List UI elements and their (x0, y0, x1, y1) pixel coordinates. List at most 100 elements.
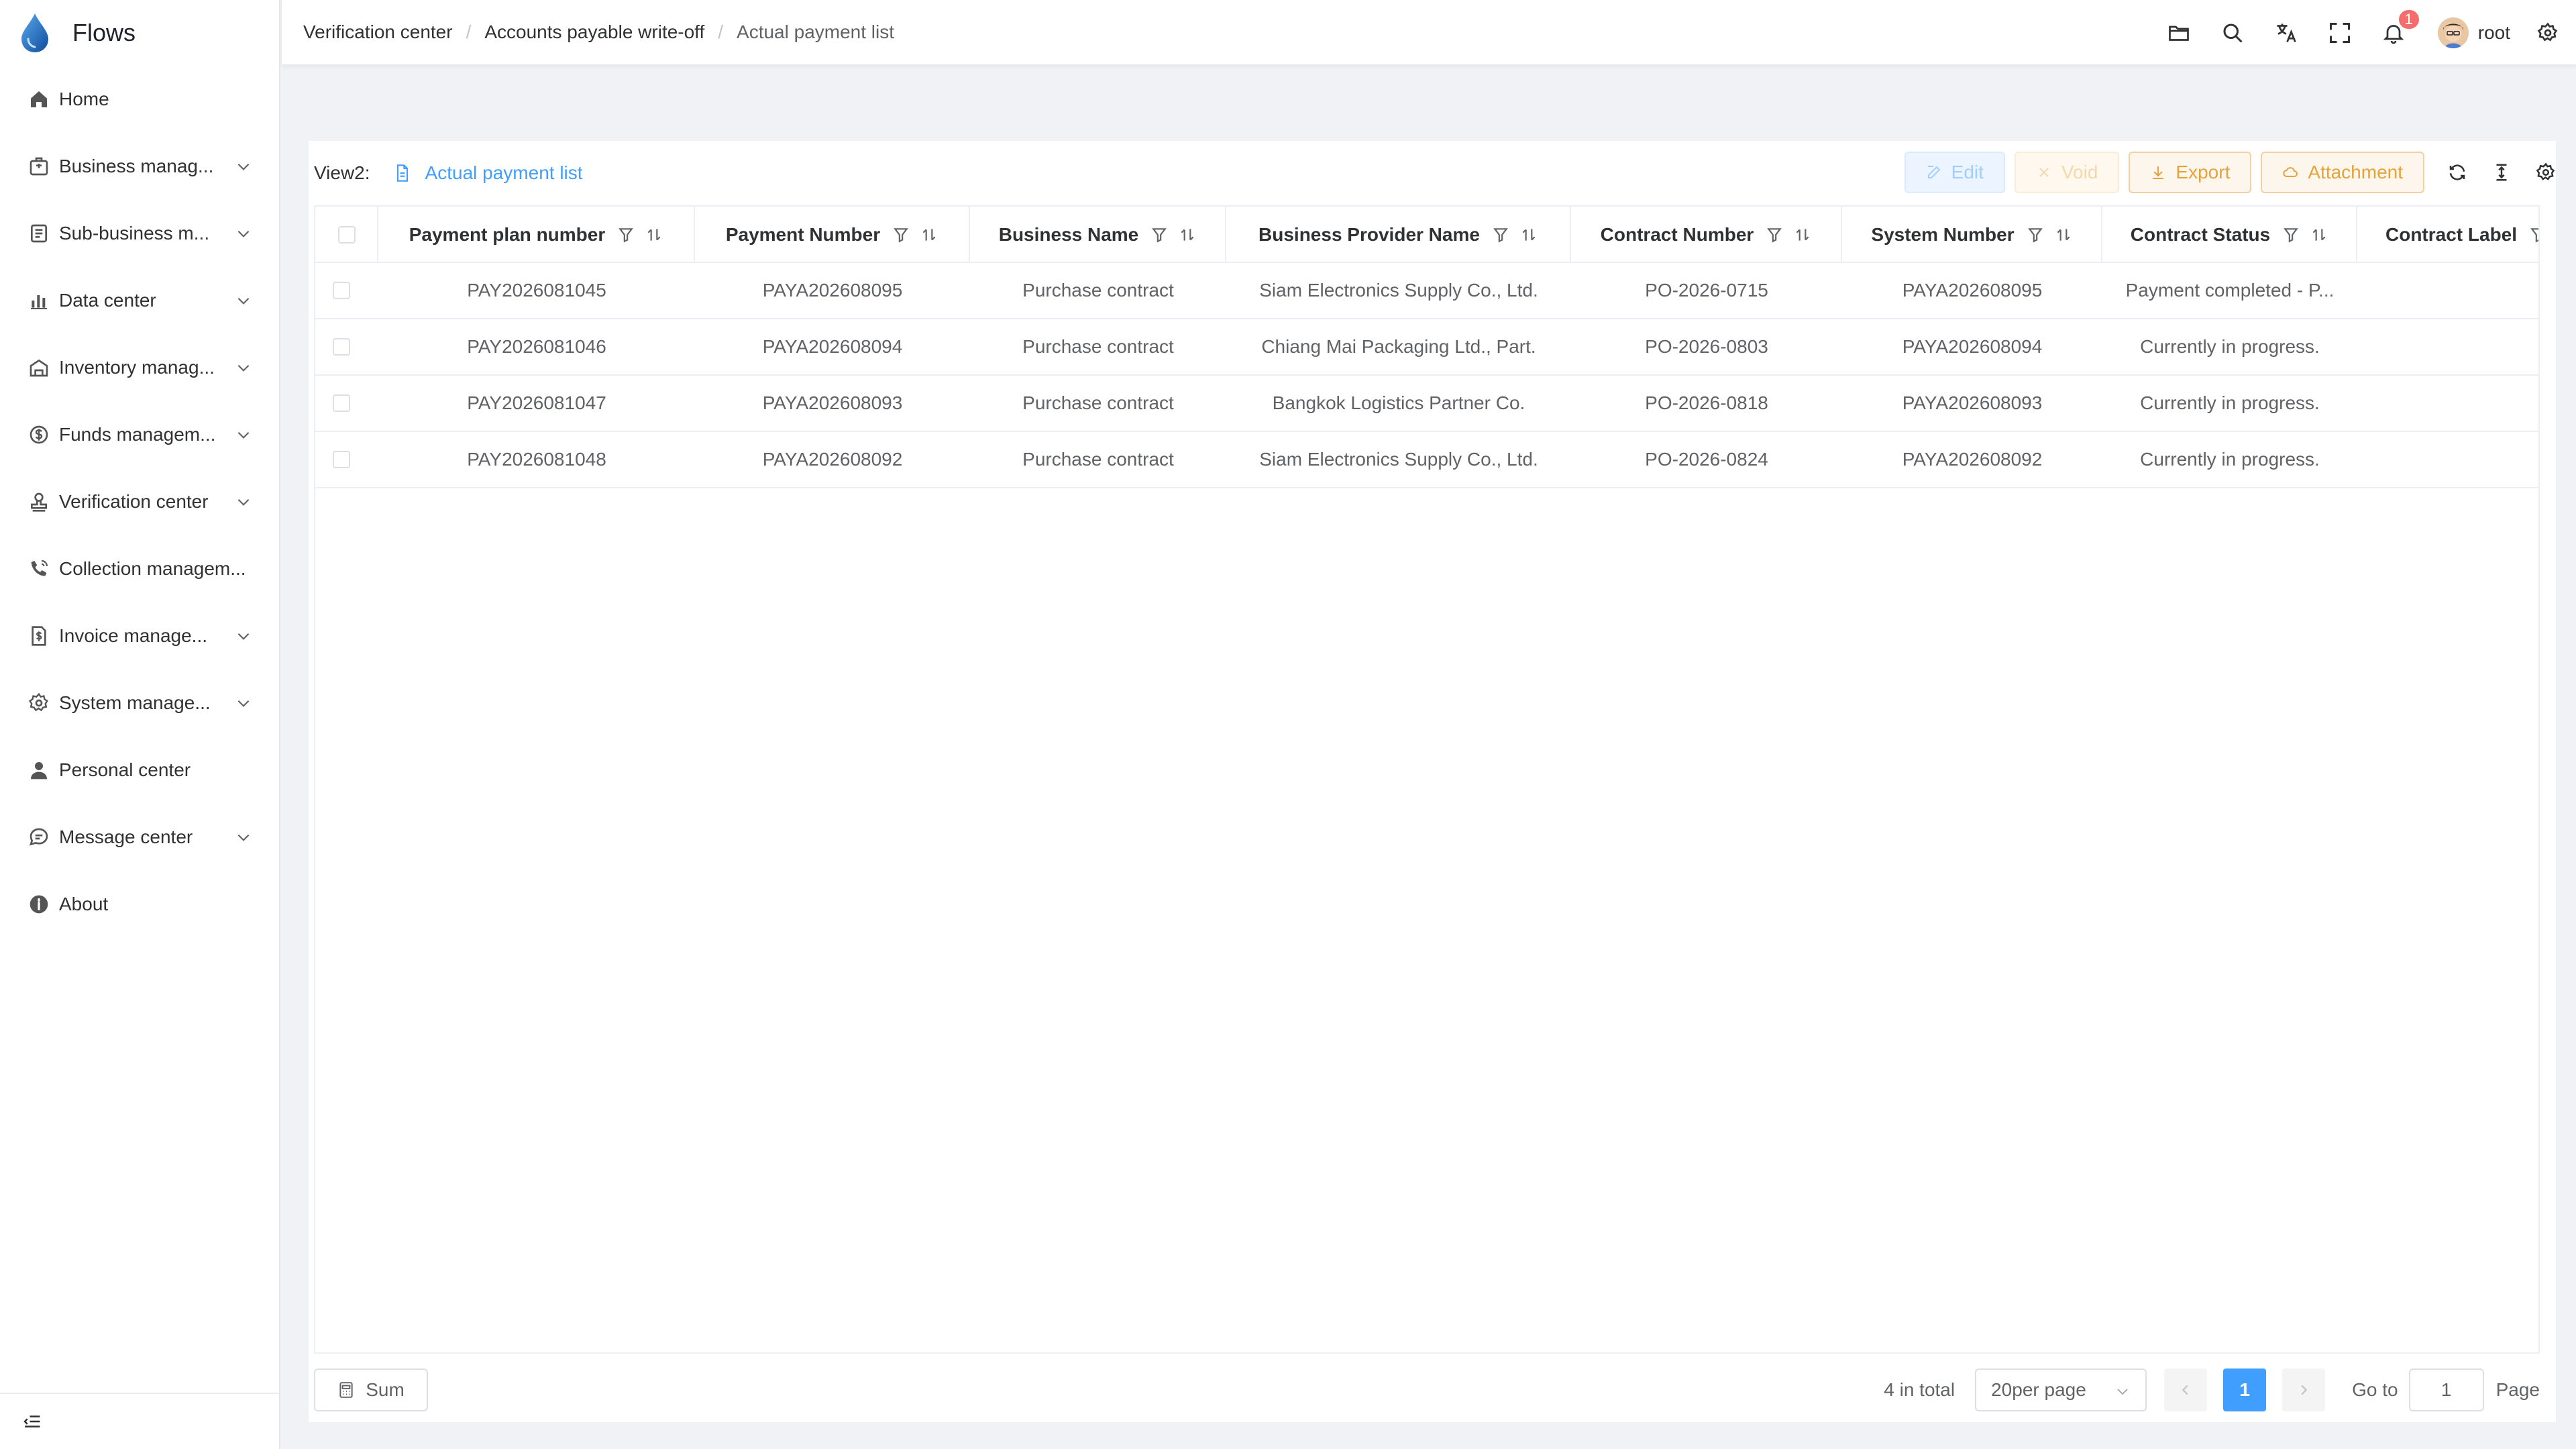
sort-icon[interactable] (2055, 226, 2072, 244)
column-header-label: Business Name (998, 224, 1139, 245)
chevron-down-icon[interactable] (235, 493, 252, 511)
sidebar-item-data-center[interactable]: Data center (0, 267, 279, 334)
sidebar-item-verification-center[interactable]: Verification center (0, 468, 279, 535)
breadcrumb-item[interactable]: Accounts payable write-off (484, 21, 704, 43)
sidebar-item-inventory-manag[interactable]: Inventory manag... (0, 334, 279, 401)
clipboard-list-icon (31, 224, 47, 243)
filter-icon[interactable] (1766, 226, 1783, 244)
edit-button[interactable]: Edit (1904, 152, 2005, 193)
settings-gear-icon[interactable] (2537, 22, 2559, 44)
table-cell (2357, 432, 2538, 487)
page-size-select[interactable]: 20per page (1975, 1368, 2147, 1411)
export-button[interactable]: Export (2129, 152, 2252, 193)
void-button[interactable]: Void (2014, 152, 2120, 193)
sidebar-item-sub-business-m[interactable]: Sub-business m... (0, 200, 279, 267)
username[interactable]: root (2478, 22, 2510, 44)
sidebar-item-collection-managem[interactable]: Collection managem... (0, 535, 279, 602)
table-header-row: Payment plan number Payment Number Busines… (315, 207, 2538, 263)
sort-icon[interactable] (1794, 226, 1811, 244)
sidebar-item-label: Invoice manage... (59, 625, 208, 646)
chevron-down-icon[interactable] (235, 359, 252, 376)
collapse-sidebar-button[interactable] (0, 1393, 279, 1449)
row-checkbox[interactable] (333, 338, 350, 356)
sidebar: Flows Home Business manag... Sub-business … (0, 0, 280, 1449)
row-checkbox[interactable] (333, 282, 350, 299)
breadcrumb-item[interactable]: Verification center (303, 21, 453, 43)
search-icon[interactable] (2220, 21, 2245, 45)
sidebar-item-business-manag[interactable]: Business manag... (0, 133, 279, 200)
column-height-icon[interactable] (2491, 162, 2512, 182)
sidebar-item-about[interactable]: About (0, 871, 279, 938)
translate-icon[interactable] (2274, 21, 2298, 45)
refresh-icon[interactable] (2447, 162, 2467, 182)
table-row[interactable]: PAY2026081048 PAYA202608092 Purchase contr… (315, 432, 2538, 488)
sidebar-item-personal-center[interactable]: Personal center (0, 737, 279, 804)
sidebar-item-message-center[interactable]: Message center (0, 804, 279, 871)
filter-icon[interactable] (2282, 226, 2300, 244)
sort-icon[interactable] (920, 226, 938, 244)
table-cell: Currently in progress. (2102, 376, 2357, 431)
folder-icon[interactable] (2167, 21, 2191, 45)
filter-icon[interactable] (617, 226, 635, 244)
sort-icon[interactable] (1179, 226, 1196, 244)
sidebar-item-system-manage[interactable]: System manage... (0, 669, 279, 737)
column-header-label: Contract Label (2385, 224, 2518, 245)
filter-icon[interactable] (2027, 226, 2044, 244)
sum-button[interactable]: Sum (314, 1368, 428, 1411)
next-page-button[interactable] (2282, 1368, 2326, 1411)
filter-icon[interactable] (892, 226, 910, 244)
table-row[interactable]: PAY2026081047 PAYA202608093 Purchase contr… (315, 376, 2538, 432)
page-number-current[interactable]: 1 (2223, 1368, 2267, 1411)
filter-icon[interactable] (1492, 226, 1509, 244)
chevron-down-icon[interactable] (235, 426, 252, 443)
row-checkbox[interactable] (333, 394, 350, 412)
document-icon (396, 164, 408, 182)
filter-icon[interactable] (1150, 226, 1168, 244)
column-header[interactable]: Business Name (970, 207, 1226, 263)
chevron-left-icon (2182, 1385, 2188, 1395)
fullscreen-icon[interactable] (2328, 21, 2352, 45)
column-header[interactable]: Payment plan number (378, 207, 695, 263)
prev-page-button[interactable] (2164, 1368, 2208, 1411)
view-tab-actual-payment-list[interactable]: Actual payment list (393, 162, 583, 184)
chevron-down-icon[interactable] (235, 225, 252, 242)
sidebar-item-funds-managem[interactable]: Funds managem... (0, 401, 279, 468)
column-header[interactable]: Contract Label (2357, 207, 2540, 263)
column-header[interactable]: Payment Number (695, 207, 970, 263)
chevron-down-icon[interactable] (235, 292, 252, 309)
filter-icon[interactable] (2529, 226, 2540, 244)
column-header[interactable]: Contract Number (1571, 207, 1842, 263)
avatar[interactable] (2437, 17, 2469, 48)
bell-icon[interactable]: 1 (2381, 9, 2420, 45)
goto-page-input[interactable]: 1 (2408, 1368, 2484, 1411)
chevron-down-icon[interactable] (235, 627, 252, 645)
sidebar-item-home[interactable]: Home (0, 66, 279, 133)
attachment-button[interactable]: Attachment (2261, 152, 2424, 193)
table-settings-icon[interactable] (2536, 162, 2556, 182)
sort-icon[interactable] (1520, 226, 1538, 244)
cell-value: PAYA202608093 (762, 392, 903, 413)
select-all-checkbox[interactable] (338, 226, 356, 244)
logo[interactable]: Flows (0, 0, 279, 66)
sort-icon[interactable] (645, 226, 663, 244)
table-cell: PAYA202608094 (1842, 319, 2102, 374)
column-header[interactable]: System Number (1842, 207, 2102, 263)
table-cell: PAYA202608093 (1842, 376, 2102, 431)
sidebar-item-invoice-manage[interactable]: Invoice manage... (0, 602, 279, 669)
row-checkbox[interactable] (333, 451, 350, 468)
sort-icon[interactable] (2310, 226, 2328, 244)
column-header[interactable]: Business Provider Name (1226, 207, 1571, 263)
sidebar-item-label: Home (59, 89, 109, 109)
chevron-down-icon[interactable] (235, 694, 252, 712)
phone-icon (31, 559, 48, 576)
table-row[interactable]: PAY2026081046 PAYA202608094 Purchase contr… (315, 319, 2538, 376)
table-row[interactable]: PAY2026081045 PAYA202608095 Purchase contr… (315, 263, 2538, 319)
column-header[interactable]: Contract Status (2102, 207, 2357, 263)
chevron-down-icon[interactable] (235, 158, 252, 175)
cell-value: PAYA202608095 (1902, 280, 2043, 301)
table-cell: PAYA202608092 (695, 432, 970, 487)
app-title: Flows (72, 19, 136, 46)
page-size-value: 20per page (1991, 1379, 2086, 1400)
top-header: Verification center / Accounts payable w… (282, 0, 2576, 66)
chevron-down-icon[interactable] (235, 828, 252, 846)
